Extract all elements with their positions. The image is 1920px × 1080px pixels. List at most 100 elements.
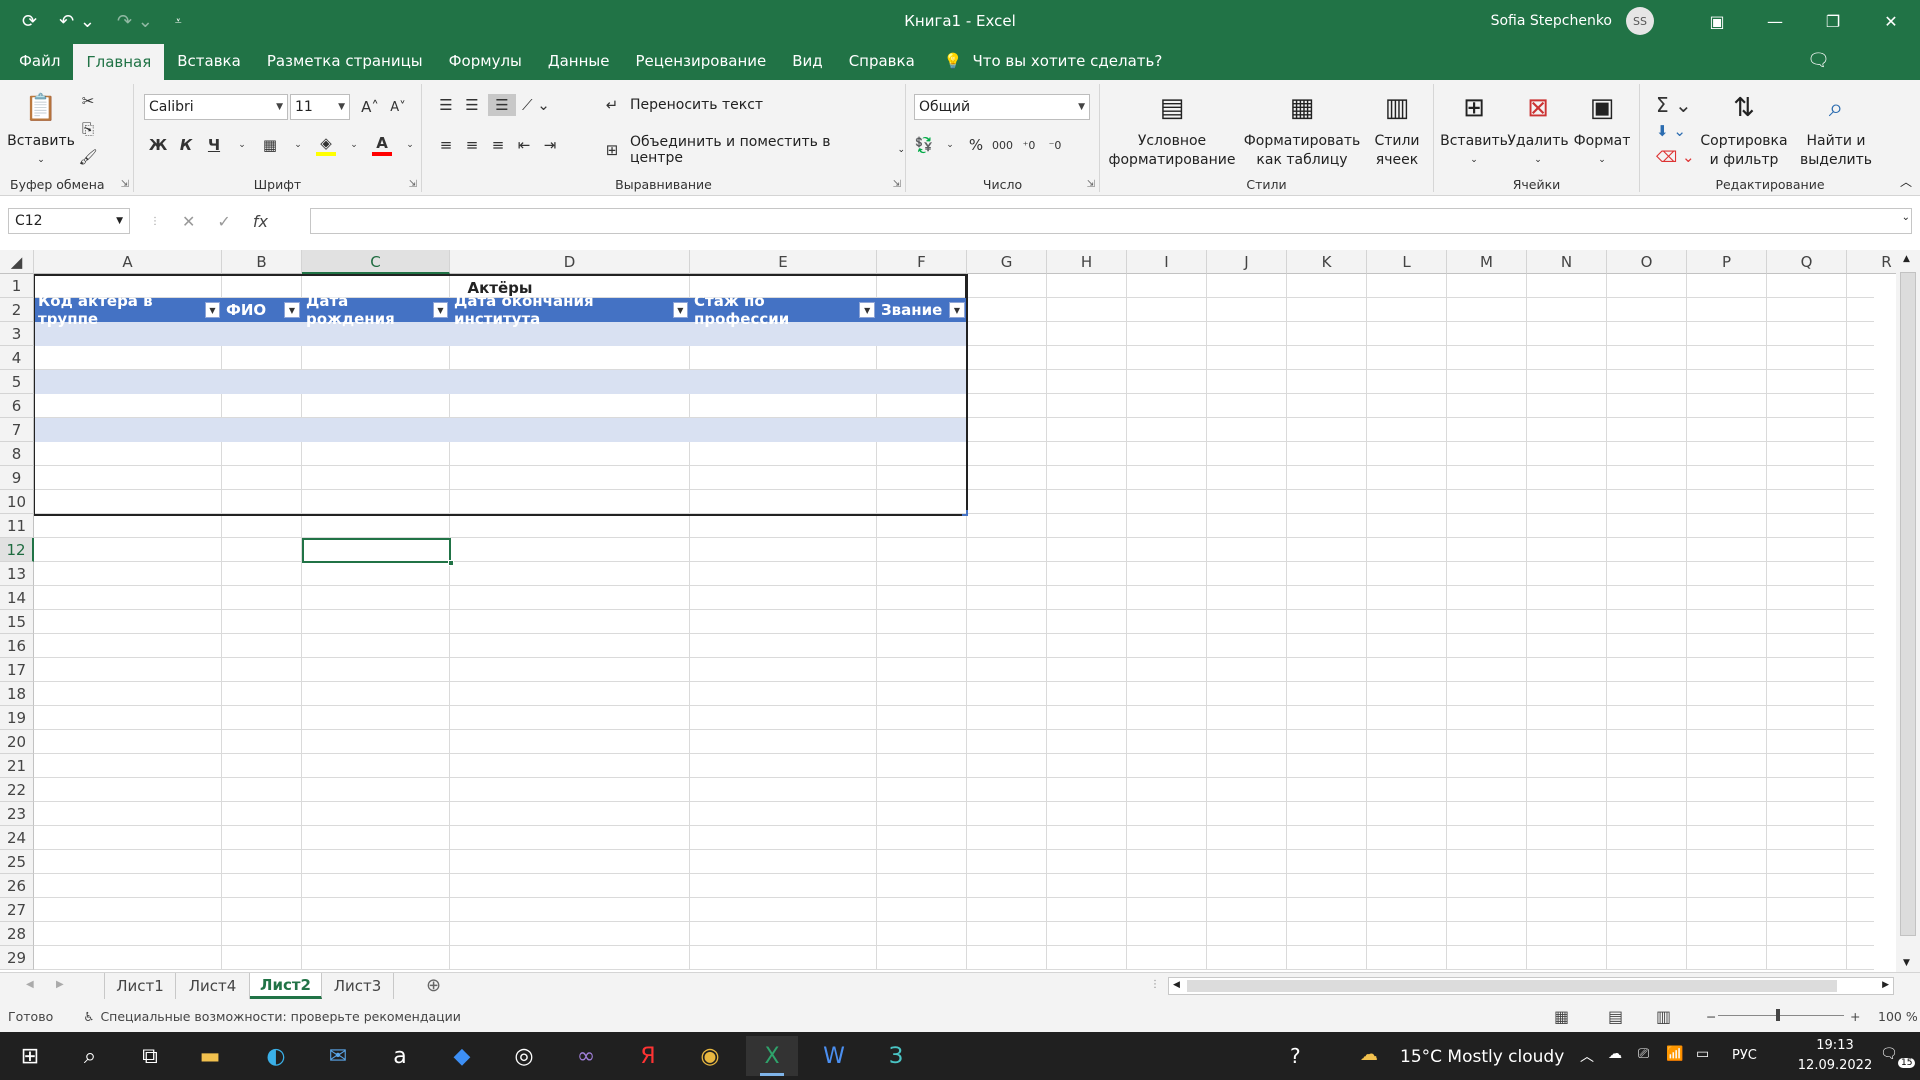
filter-dropdown-icon[interactable]: ▼: [205, 302, 220, 318]
cell-styles-button[interactable]: ▥ Стили ячеек: [1366, 88, 1428, 170]
column-header[interactable]: L: [1367, 250, 1447, 274]
column-header[interactable]: K: [1287, 250, 1367, 274]
font-color-icon[interactable]: A: [372, 134, 392, 156]
collapse-ribbon-icon[interactable]: ︿: [1900, 173, 1912, 190]
yandex-icon[interactable]: Я: [622, 1036, 674, 1076]
column-header[interactable]: C: [302, 250, 450, 274]
tab-help[interactable]: Справка: [836, 42, 928, 80]
orientation-icon[interactable]: ⟋ ⌄: [522, 94, 550, 116]
format-as-table-button[interactable]: ▦ Форматировать как таблицу: [1240, 88, 1364, 170]
column-header[interactable]: R: [1847, 250, 1896, 274]
scroll-left-icon[interactable]: ◀: [1173, 980, 1180, 990]
formula-input[interactable]: [310, 208, 1912, 234]
decrease-decimal-icon[interactable]: ⁻0: [1045, 134, 1065, 156]
row-header[interactable]: 29: [0, 946, 34, 970]
undo-icon[interactable]: ↶ ⌄: [59, 11, 95, 32]
tray-chevron-icon[interactable]: ︿: [1580, 1046, 1594, 1066]
name-box[interactable]: C12 ▼: [8, 208, 130, 234]
tell-me-search[interactable]: 💡 Что вы хотите сделать?: [944, 42, 1163, 80]
cancel-icon[interactable]: ✕: [182, 212, 195, 231]
row-header[interactable]: 2: [0, 298, 34, 322]
select-all-corner[interactable]: ◢: [0, 250, 34, 274]
autosave-icon[interactable]: ⟳: [22, 11, 37, 32]
language-indicator[interactable]: РУС: [1732, 1048, 1757, 1063]
onedrive-icon[interactable]: ☁: [1608, 1046, 1622, 1062]
zoom-level[interactable]: 100 %: [1878, 1009, 1918, 1024]
visual-studio-icon[interactable]: ∞: [560, 1036, 612, 1076]
filter-dropdown-icon[interactable]: ▼: [432, 302, 448, 318]
clipboard-launcher-icon[interactable]: ⇲: [121, 179, 129, 190]
task-view-icon[interactable]: ⧉: [124, 1036, 176, 1076]
file-explorer-icon[interactable]: ▬: [184, 1036, 236, 1076]
notifications-icon[interactable]: 🗨: [1880, 1046, 1898, 1062]
filter-dropdown-icon[interactable]: ▼: [284, 302, 300, 318]
find-select-button[interactable]: ⌕ Найти и выделить: [1792, 88, 1880, 170]
format-cells-button[interactable]: ▣ Формат ⌄: [1570, 88, 1634, 170]
row-header[interactable]: 8: [0, 442, 34, 466]
format-painter-icon[interactable]: 🖌: [78, 146, 98, 168]
column-header[interactable]: A: [34, 250, 222, 274]
help-icon[interactable]: ?: [1290, 1044, 1301, 1068]
autosum-icon[interactable]: Σ ⌄: [1656, 93, 1692, 117]
grow-font-icon[interactable]: A˄: [360, 96, 380, 118]
customize-toolbar-icon[interactable]: ⩡: [175, 14, 182, 29]
row-header[interactable]: 25: [0, 850, 34, 874]
row-header[interactable]: 23: [0, 802, 34, 826]
table-header-cell[interactable]: Стаж по профессии ▼: [690, 292, 877, 328]
number-format-combo[interactable]: Общий ▼: [914, 94, 1090, 120]
italic-button[interactable]: К: [176, 134, 196, 156]
tab-home[interactable]: Главная: [73, 44, 165, 80]
decrease-indent-icon[interactable]: ⇤: [514, 134, 534, 156]
column-header[interactable]: B: [222, 250, 302, 274]
column-header[interactable]: P: [1687, 250, 1767, 274]
increase-indent-icon[interactable]: ⇥: [540, 134, 560, 156]
close-button[interactable]: ✕: [1862, 0, 1920, 42]
delete-cells-button[interactable]: ⊠ Удалить ⌄: [1507, 88, 1568, 170]
user-name[interactable]: Sofia Stepchenko: [1491, 13, 1612, 29]
filter-dropdown-icon[interactable]: ▼: [672, 302, 688, 318]
row-header[interactable]: 16: [0, 634, 34, 658]
column-header[interactable]: Q: [1767, 250, 1847, 274]
table-header-cell[interactable]: Дата окончания института ▼: [450, 292, 690, 328]
chrome-icon[interactable]: ◉: [684, 1036, 736, 1076]
column-header[interactable]: F: [877, 250, 967, 274]
zoom-out-icon[interactable]: −: [1706, 1009, 1716, 1024]
fill-color-icon[interactable]: ◈: [316, 134, 336, 156]
sheet-tab[interactable]: Лист1: [104, 973, 176, 999]
sheet-tab[interactable]: Лист3: [322, 973, 394, 999]
edge-icon[interactable]: ◐: [250, 1036, 302, 1076]
horizontal-scrollbar[interactable]: ◀ ▶: [1168, 977, 1894, 995]
row-header[interactable]: 6: [0, 394, 34, 418]
ribbon-display-icon[interactable]: ▣: [1688, 0, 1746, 42]
table-resize-handle[interactable]: [962, 510, 968, 516]
row-header[interactable]: 10: [0, 490, 34, 514]
align-center-icon[interactable]: ≡: [462, 134, 482, 156]
app-3-icon[interactable]: З: [870, 1036, 922, 1076]
column-header[interactable]: I: [1127, 250, 1207, 274]
insert-cells-button[interactable]: ⊞ Вставить ⌄: [1440, 88, 1508, 170]
row-header[interactable]: 5: [0, 370, 34, 394]
table-header-cell[interactable]: ФИО ▼: [222, 298, 302, 322]
row-header[interactable]: 4: [0, 346, 34, 370]
page-break-view-icon[interactable]: ▥: [1656, 1007, 1671, 1026]
borders-icon[interactable]: ▦: [260, 134, 280, 156]
accessibility-status[interactable]: ♿ Специальные возможности: проверьте рек…: [83, 1009, 461, 1024]
zoom-in-icon[interactable]: +: [1850, 1009, 1860, 1024]
scroll-down-icon[interactable]: ▼: [1903, 958, 1910, 968]
zoom-slider[interactable]: [1718, 1015, 1844, 1016]
align-middle-icon[interactable]: ☰: [462, 94, 482, 116]
row-header[interactable]: 26: [0, 874, 34, 898]
align-left-icon[interactable]: ≡: [436, 134, 456, 156]
column-header[interactable]: E: [690, 250, 877, 274]
worksheet-grid[interactable]: ◢ ABCDEFGHIJKLMNOPQR 1 2 3 4 5 6 7 8 9 10 11 12 13 14…: [0, 250, 1896, 972]
font-color-dropdown-icon[interactable]: ⌄: [400, 134, 420, 156]
column-header[interactable]: N: [1527, 250, 1607, 274]
scroll-up-icon[interactable]: ▲: [1903, 254, 1910, 264]
tab-page-layout[interactable]: Разметка страницы: [254, 42, 436, 80]
font-size-combo[interactable]: 11 ▼: [290, 94, 350, 120]
vertical-scroll-thumb[interactable]: [1900, 272, 1916, 936]
clock[interactable]: 19:13 12.09.2022: [1790, 1036, 1880, 1076]
bold-button[interactable]: Ж: [148, 134, 168, 156]
comments-icon[interactable]: 🗨: [1807, 50, 1830, 71]
align-bottom-icon[interactable]: ☰: [488, 94, 516, 116]
